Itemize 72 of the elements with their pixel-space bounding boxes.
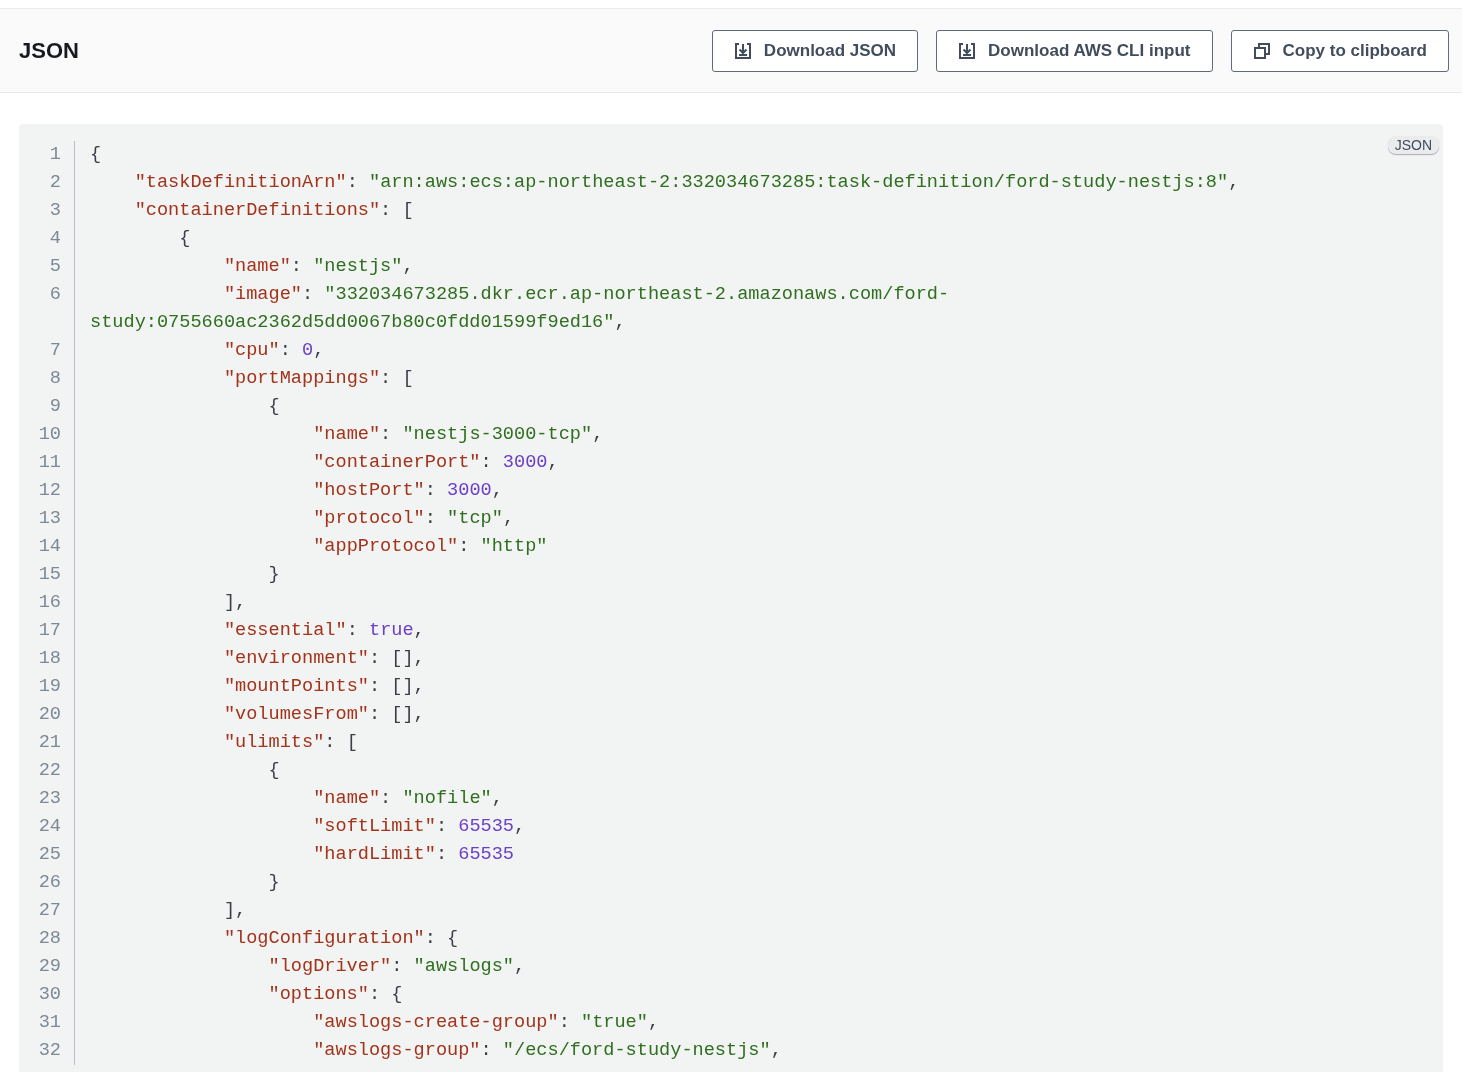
line-number: 14	[19, 533, 75, 561]
download-icon	[958, 41, 977, 60]
code-line: ],	[222, 591, 248, 615]
line-number: 25	[19, 841, 75, 869]
line-number: 29	[19, 953, 75, 981]
line-number: 2	[19, 169, 75, 197]
line-number: 27	[19, 897, 75, 925]
section-title: JSON	[19, 37, 79, 65]
line-number: 18	[19, 645, 75, 673]
download-icon	[733, 41, 752, 60]
line-number: 3	[19, 197, 75, 225]
line-number: 12	[19, 477, 75, 505]
code-line: "softLimit": 65535,	[312, 815, 527, 839]
code-line: "taskDefinitionArn": "arn:aws:ecs:ap-northeast-2:332034673285:task-definition/ford-study-nestjs:8",	[133, 171, 1241, 195]
line-number: 4	[19, 225, 75, 253]
line-number: 11	[19, 449, 75, 477]
language-badge: JSON	[1387, 136, 1439, 154]
code-line: "portMappings": [	[222, 367, 415, 391]
line-number: 6	[19, 281, 75, 337]
code-line: {	[267, 395, 281, 419]
code-line: "environment": [],	[222, 647, 426, 671]
code-line: "cpu": 0,	[222, 339, 326, 363]
line-number: 20	[19, 701, 75, 729]
line-number: 10	[19, 421, 75, 449]
code-line: "image": "332034673285.dkr.ecr.ap-northeast-2.amazonaws.com/ford-study:0755660ac2362d5dd0067b80c0fdd01599f9ed16",	[89, 283, 951, 335]
code-line: "options": {	[267, 983, 404, 1007]
code-line: "hostPort": 3000,	[312, 479, 504, 503]
code-line: "hardLimit": 65535	[312, 843, 516, 867]
code-line: "containerPort": 3000,	[312, 451, 560, 475]
code-line: "name": "nestjs-3000-tcp",	[312, 423, 605, 447]
code-line: "protocol": "tcp",	[312, 507, 516, 531]
download-button[interactable]: Download JSON	[711, 29, 919, 72]
copy-button[interactable]: Copy to clipboard	[1230, 29, 1449, 72]
line-number: 7	[19, 337, 75, 365]
line-number: 15	[19, 561, 75, 589]
line-number: 26	[19, 869, 75, 897]
code-line: {	[267, 759, 281, 783]
code-line: "ulimits": [	[222, 731, 359, 755]
line-number: 1	[19, 141, 75, 169]
code-line: "name": "nestjs",	[222, 255, 415, 279]
code-line: ],	[222, 899, 248, 923]
copy-icon	[1252, 41, 1271, 60]
code-line: "mountPoints": [],	[222, 675, 426, 699]
line-number: 9	[19, 393, 75, 421]
code-line: }	[267, 563, 281, 587]
code-line: "awslogs-group": "/ecs/ford-study-nestjs",	[312, 1039, 783, 1063]
code-line: }	[267, 871, 281, 895]
line-number: 23	[19, 785, 75, 813]
code-line: {	[89, 143, 103, 167]
code-line: "appProtocol": "http"	[312, 535, 549, 559]
line-number: 21	[19, 729, 75, 757]
line-number: 5	[19, 253, 75, 281]
line-number: 32	[19, 1037, 75, 1065]
line-number: 17	[19, 617, 75, 645]
code-line: "containerDefinitions": [	[133, 199, 415, 223]
code-line: "volumesFrom": [],	[222, 703, 426, 727]
code-line: "logConfiguration": {	[222, 927, 460, 951]
code-line: "logDriver": "awslogs",	[267, 955, 527, 979]
code-line: "name": "nofile",	[312, 787, 504, 811]
code-line: {	[178, 227, 192, 251]
line-number: 16	[19, 589, 75, 617]
line-number: 22	[19, 757, 75, 785]
line-number: 30	[19, 981, 75, 1009]
line-number: 24	[19, 813, 75, 841]
download-button[interactable]: Download AWS CLI input	[936, 29, 1213, 72]
line-number: 31	[19, 1009, 75, 1037]
line-number: 19	[19, 673, 75, 701]
line-number: 13	[19, 505, 75, 533]
code-line: "awslogs-create-group": "true",	[312, 1011, 661, 1035]
line-number: 28	[19, 925, 75, 953]
code-line: "essential": true,	[222, 619, 426, 643]
line-number: 8	[19, 365, 75, 393]
